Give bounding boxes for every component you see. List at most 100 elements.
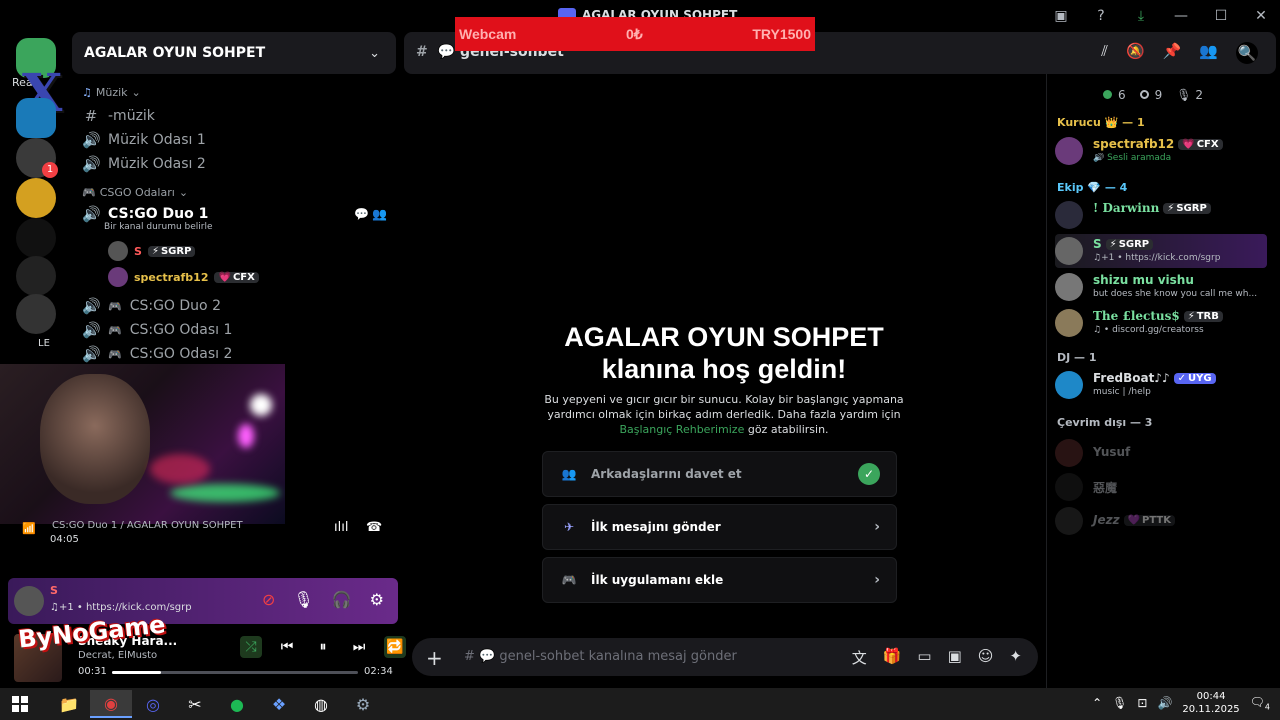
capcut-icon[interactable]: ✂ [174, 690, 216, 718]
gear-icon[interactable]: ⚙ [370, 590, 384, 609]
inbox-icon[interactable]: ▣ [1050, 6, 1072, 26]
microphone-icon[interactable]: 🎙 [293, 590, 313, 609]
file-explorer-icon[interactable]: 📁 [48, 690, 90, 718]
member-item[interactable]: spectrafb12 💗 CFX 🔊 Sesli aramada [1055, 134, 1267, 168]
discord-icon[interactable]: ◎ [132, 690, 174, 718]
channel-muzik-odasi-2[interactable]: 🔊 Müzik Odası 2 [82, 153, 206, 175]
channel-muzik-odasi-1[interactable]: 🔊 Müzik Odası 1 [82, 129, 206, 151]
clock[interactable]: 00:44 20.11.2025 [1182, 690, 1239, 716]
threads-icon[interactable]: ⫽ [1101, 42, 1108, 64]
chrome-icon[interactable]: ◉ [90, 690, 132, 718]
gift-icon[interactable]: 🎁 [883, 647, 902, 668]
clan-tag: 💗 CFX [214, 271, 259, 283]
led-light [238, 424, 254, 448]
duration-time: 02:34 [364, 666, 393, 677]
obs-icon[interactable]: ◍ [300, 690, 342, 718]
gamepad-icon: 🎮 [561, 573, 577, 587]
server-icon-5[interactable] [16, 256, 56, 296]
voice-channel-path[interactable]: CS:GO Duo 1 / AGALAR OYUN SOHPET [52, 520, 243, 531]
repeat-icon[interactable]: 🔁 [384, 636, 406, 658]
app-icon[interactable]: ❖ [258, 690, 300, 718]
invite-friends-card[interactable]: 👥 Arkadaşlarını davet et ✓ [542, 451, 897, 497]
message-input[interactable]: # 💬 genel-sohbet kanalına mesaj gönder [464, 649, 737, 664]
avatar [108, 241, 128, 261]
channel-csgo-odasi-2[interactable]: 🔊 🎮 CS:GO Odası 2 [82, 343, 232, 365]
member-item[interactable]: S ⚡ SGRP ♫+1 • https://kick.com/sgrp [1055, 234, 1267, 268]
help-icon[interactable]: ? [1090, 6, 1112, 26]
close-button[interactable]: ✕ [1250, 6, 1272, 26]
server-header[interactable]: AGALAR OYUN SOHPET ⌄ [72, 32, 396, 74]
streamer-face [40, 374, 150, 504]
gamepad-icon: 🎮 [108, 323, 122, 337]
channel-csgo-duo-2[interactable]: 🔊 🎮 CS:GO Duo 2 [82, 295, 221, 317]
voice-user[interactable]: S ⚡ SGRP [108, 240, 196, 262]
channel-csgo-odasi-1[interactable]: 🔊 🎮 CS:GO Odası 1 [82, 319, 232, 341]
avatar [1055, 371, 1083, 399]
gamepad-icon: 🎮 [108, 299, 122, 313]
server-icon-4[interactable] [16, 218, 56, 258]
chevron-up-icon[interactable]: ⌃ [1092, 696, 1102, 710]
maximize-button[interactable]: ☐ [1210, 6, 1232, 26]
disconnect-icon[interactable]: ☎ [366, 520, 382, 535]
network-icon[interactable]: ⊡ [1137, 696, 1147, 710]
member-item[interactable]: ! Darwinn ⚡ SGRP [1055, 198, 1267, 232]
member-item[interactable]: 惡魔 [1055, 470, 1267, 504]
category-csgo[interactable]: 🎮 CSGO Odaları ⌄ [82, 186, 188, 199]
member-item[interactable]: FredBoat♪♪ ✓ UYG music | /help [1055, 368, 1267, 402]
server-icon-6[interactable] [16, 294, 56, 334]
shuffle-icon[interactable]: ⤮ [240, 636, 262, 658]
windows-start-button[interactable] [12, 696, 28, 712]
emoji-icon[interactable]: ☺ [978, 647, 994, 668]
voice-timer: 04:05 [50, 534, 79, 545]
add-app-card[interactable]: 🎮 İlk uygulamanı ekle › [542, 557, 897, 603]
avatar [1055, 309, 1083, 337]
microphone-icon[interactable]: 🎙 [1112, 696, 1127, 710]
guide-link[interactable]: Başlangıç Rehberimize [619, 423, 744, 436]
progress-bar[interactable] [112, 671, 358, 674]
led-light [170, 484, 280, 502]
gamepad-icon: 🎮 [108, 347, 122, 361]
avatar [1055, 137, 1083, 165]
spotify-icon[interactable]: ● [216, 690, 258, 718]
avatar[interactable] [14, 586, 44, 616]
gif-icon[interactable]: ▭ [917, 647, 931, 668]
member-item[interactable]: The £lectus$ ⚡ TRB ♫ • discord.gg/creators… [1055, 306, 1267, 340]
pause-icon[interactable]: ⏸ [312, 636, 334, 658]
pin-icon[interactable]: 📌 [1163, 42, 1182, 64]
previous-icon[interactable]: ⏮ [276, 636, 298, 658]
notification-mute-icon[interactable]: 🔕 [1126, 42, 1145, 64]
steam-icon[interactable]: ⚙ [342, 690, 384, 718]
signal-icon: 📶 [22, 522, 36, 535]
sticker-icon[interactable]: ▣ [948, 647, 962, 668]
channel-muzik-text[interactable]: # -müzik [82, 105, 155, 127]
soundwave-icon[interactable]: ılıl [334, 520, 348, 535]
category-music[interactable]: ♫ Müzik ⌄ [82, 86, 141, 99]
search-icon[interactable]: 🔍 [1236, 42, 1258, 64]
member-item[interactable]: Jezz 💜 PTTK [1055, 504, 1267, 538]
track-artist[interactable]: Decrat, ElMusto [78, 650, 157, 661]
volume-icon[interactable]: 🔊 [1157, 696, 1172, 710]
server-icon-3[interactable] [16, 178, 56, 218]
download-icon[interactable]: ⤓ [1130, 6, 1152, 26]
hashtag-icon: # [84, 107, 98, 125]
minimize-button[interactable]: — [1170, 6, 1192, 26]
plus-icon[interactable]: + [426, 646, 443, 670]
server-icon-anzero[interactable] [16, 98, 56, 138]
add-user-icon[interactable]: 👥 [372, 207, 387, 221]
rail-dm-label: LE [38, 338, 50, 349]
welcome-panel: AGALAR OYUN SOHPET klanına hoş geldin! B… [404, 74, 1044, 634]
camera-off-icon[interactable]: ⊘ [262, 590, 275, 609]
notification-icon[interactable]: 🗨4 [1250, 695, 1270, 711]
voice-user[interactable]: spectrafb12 💗 CFX [108, 266, 259, 288]
first-message-card[interactable]: ✈ İlk mesajını gönder › [542, 504, 897, 550]
member-item[interactable]: shizu mu vishu but does she know you cal… [1055, 270, 1267, 304]
headphones-icon[interactable]: 🎧 [332, 590, 352, 609]
avatar [108, 267, 128, 287]
member-item[interactable]: Yusuf [1055, 436, 1267, 470]
apps-icon[interactable]: ✦ [1009, 647, 1022, 668]
channel-status[interactable]: Bir kanal durumu belirle [104, 222, 213, 232]
translate-icon[interactable]: 文 [852, 647, 867, 668]
chat-bubble-icon[interactable]: 💬 [354, 207, 369, 221]
member-list-icon[interactable]: 👥 [1199, 42, 1218, 64]
next-icon[interactable]: ⏭ [348, 636, 370, 658]
